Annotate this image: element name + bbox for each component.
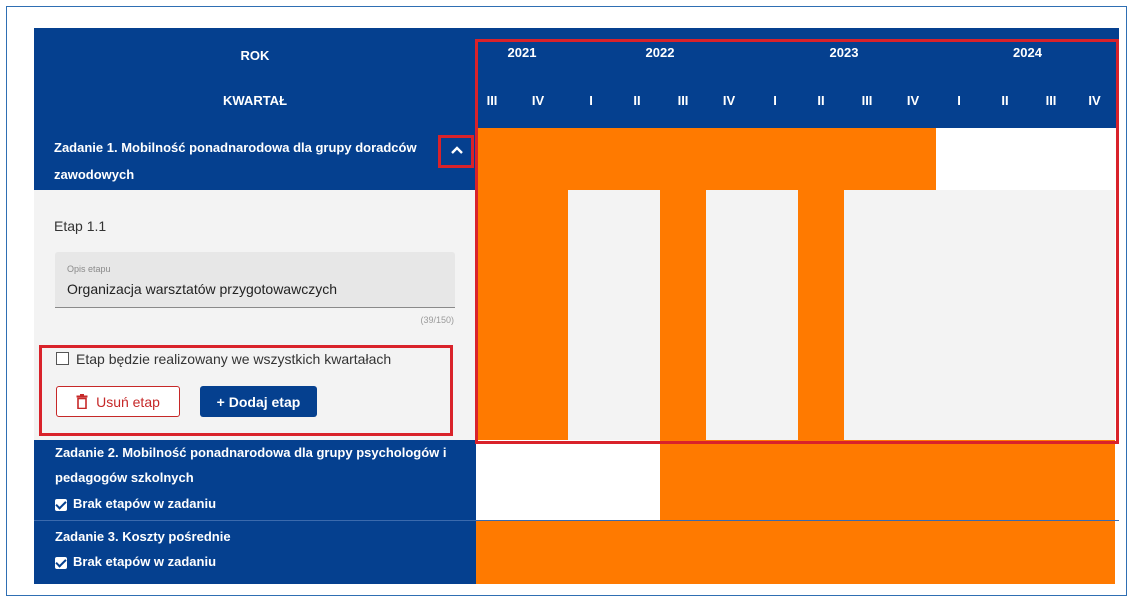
task-2-quarter-cell [706, 440, 752, 520]
task-3-quarter-cell [752, 521, 798, 584]
chevron-up-icon [451, 146, 463, 154]
quarter-header-label: KWARTAŁ [222, 93, 288, 108]
task-2-no-stages-checkbox[interactable] [55, 498, 67, 511]
trash-icon [76, 394, 88, 409]
task-3-quarter-cell [508, 521, 568, 584]
stage-editor: Etap 1.1 Opis etapu Organizacja warsztat… [34, 190, 476, 440]
task-2-no-stages-label: Brak etapów w zadaniu [73, 496, 217, 511]
task-3-quarter-cell [890, 521, 936, 584]
task-3-quarter-cell [798, 521, 844, 584]
stage-description-value: Organizacja warsztatów przygotowawczych [67, 281, 337, 297]
task-2-quarter-cell [1028, 440, 1074, 520]
add-stage-label: + Dodaj etap [216, 393, 301, 410]
task-3-quarter-cell [660, 521, 706, 584]
task-2-title-cell: Zadanie 2. Mobilność ponadnarodowa dla g… [34, 440, 476, 520]
remove-stage-button[interactable]: Usuń etap [56, 386, 180, 417]
task-2-title-line2: pedagogów szkolnych [55, 470, 194, 485]
task-2-quarter-cell [752, 440, 798, 520]
task-2-quarter-cell [844, 440, 890, 520]
task-3-no-stages-checkbox[interactable] [55, 556, 67, 569]
quarter-header-cell: KWARTAŁ [34, 83, 476, 128]
task-3-no-stages-label: Brak etapów w zadaniu [73, 554, 217, 569]
task-1-title-line1: Zadanie 1. Mobilność ponadnarodowa dla g… [54, 140, 417, 155]
task-2-no-stages[interactable]: Brak etapów w zadaniu [55, 491, 476, 517]
remove-stage-label: Usuń etap [96, 393, 160, 410]
task-2-quarter-cell [936, 440, 982, 520]
year-header-label: ROK [240, 48, 270, 63]
all-quarters-checkbox[interactable] [56, 352, 69, 365]
task-2-quarter-cell [476, 440, 508, 520]
stage-description-field[interactable]: Opis etapu Organizacja warsztatów przygo… [55, 252, 455, 308]
add-stage-button[interactable]: + Dodaj etap [200, 386, 317, 417]
task-2-quarter-cell [614, 440, 660, 520]
task-2-quarter-cell [798, 440, 844, 520]
task-2-title-line1: Zadanie 2. Mobilność ponadnarodowa dla g… [55, 445, 447, 460]
task-3-quarter-cell [614, 521, 660, 584]
task-3-quarter-cell [1028, 521, 1074, 584]
task-2-quarter-cell [982, 440, 1028, 520]
task-1-title-line2: zawodowych [54, 167, 135, 182]
task-3-title-cell: Zadanie 3. Koszty pośrednie Brak etapów … [34, 521, 476, 584]
task-3-quarter-cell [982, 521, 1028, 584]
task-3-quarter-cell [568, 521, 614, 584]
char-counter: (39/150) [420, 315, 454, 325]
all-quarters-label: Etap będzie realizowany we wszystkich kw… [76, 351, 392, 367]
task-2-quarter-cell [890, 440, 936, 520]
year-header-cell: ROK [34, 28, 476, 83]
task-3-no-stages[interactable]: Brak etapów w zadaniu [55, 549, 476, 575]
task-1-title-cell: Zadanie 1. Mobilność ponadnarodowa dla g… [34, 128, 476, 190]
task-3-quarter-cell [1074, 521, 1115, 584]
stage-description-label: Opis etapu [67, 264, 111, 274]
task-2-quarter-cell [508, 440, 568, 520]
task-3-quarter-cell [706, 521, 752, 584]
collapse-button[interactable] [446, 139, 468, 161]
task-3-quarter-cell [476, 521, 508, 584]
task-3-title: Zadanie 3. Koszty pośrednie [55, 529, 231, 544]
task-2-quarter-cell [660, 440, 706, 520]
task-2-quarter-cell [568, 440, 614, 520]
timeline-highlight [475, 39, 1119, 444]
task-3-quarter-cell [844, 521, 890, 584]
stage-title: Etap 1.1 [54, 218, 107, 234]
task-2-quarter-cell [1074, 440, 1115, 520]
task-3-quarter-cell [936, 521, 982, 584]
